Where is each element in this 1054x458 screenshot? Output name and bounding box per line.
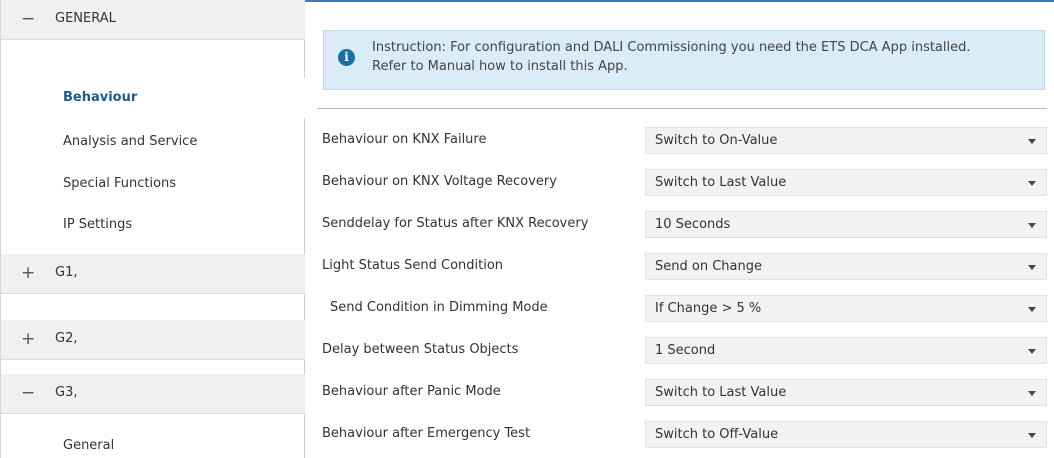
parameter-label: Behaviour on KNX Voltage Recovery <box>322 174 557 189</box>
parameter-row: Send Condition in Dimming Mode If Change … <box>305 289 1054 329</box>
dropdown-value: 1 Second <box>655 343 716 358</box>
info-icon: i <box>338 49 355 66</box>
dropdown-value: Switch to Last Value <box>655 385 787 400</box>
group-g2[interactable]: + G2, <box>1 320 305 360</box>
sidebar-item-general[interactable]: General <box>63 438 114 453</box>
parameter-row: Delay between Status Objects 1 Second <box>305 331 1054 371</box>
group-g2-label: G2, <box>55 331 78 346</box>
dropdown-value: Send on Change <box>655 259 762 274</box>
parameter-panel: i Instruction: For configuration and DAL… <box>305 0 1054 458</box>
dropdown-value: Switch to Off-Value <box>655 427 779 442</box>
parameter-label: Senddelay for Status after KNX Recovery <box>322 216 589 231</box>
parameter-row: Light Status Send Condition Send on Chang… <box>305 247 1054 287</box>
parameter-dropdown[interactable]: Switch to Last Value <box>645 169 1047 196</box>
group-g1[interactable]: + G1, <box>1 254 305 294</box>
parameter-label: Send Condition in Dimming Mode <box>330 300 548 315</box>
parameter-dropdown[interactable]: Switch to On-Value <box>645 127 1047 154</box>
group-general-label: GENERAL <box>55 11 116 26</box>
dropdown-value: Switch to Last Value <box>655 175 787 190</box>
instruction-banner: i Instruction: For configuration and DAL… <box>323 30 1045 90</box>
parameter-dropdown[interactable]: Switch to Last Value <box>645 379 1047 406</box>
sidebar-item-behaviour[interactable]: Behaviour <box>1 78 305 118</box>
collapse-icon[interactable]: − <box>21 9 35 29</box>
chevron-down-icon <box>1028 223 1036 228</box>
sidebar-item-analysis-and-service[interactable]: Analysis and Service <box>63 134 197 149</box>
group-g3[interactable]: − G3, <box>1 374 305 414</box>
parameter-row: Senddelay for Status after KNX Recovery 1… <box>305 205 1054 245</box>
parameter-label: Behaviour after Panic Mode <box>322 384 501 399</box>
parameter-row: Behaviour on KNX Failure Switch to On-Val… <box>305 121 1054 161</box>
sidebar-item-special-functions[interactable]: Special Functions <box>63 176 176 191</box>
dropdown-value: If Change > 5 % <box>655 301 762 316</box>
group-g3-label: G3, <box>55 385 78 400</box>
group-general[interactable]: − GENERAL <box>1 0 305 40</box>
parameter-row: Behaviour on KNX Voltage Recovery Switch … <box>305 163 1054 203</box>
chevron-down-icon <box>1028 307 1036 312</box>
sidebar: − GENERAL Behaviour Analysis and Service… <box>0 0 305 458</box>
parameter-dropdown[interactable]: 10 Seconds <box>645 211 1047 238</box>
chevron-down-icon <box>1028 139 1036 144</box>
parameter-dropdown[interactable]: Send on Change <box>645 253 1047 280</box>
sidebar-item-label: Behaviour <box>63 90 138 105</box>
dropdown-value: 10 Seconds <box>655 217 731 232</box>
parameter-label: Delay between Status Objects <box>322 342 519 357</box>
collapse-icon[interactable]: − <box>21 383 35 403</box>
chevron-down-icon <box>1028 391 1036 396</box>
chevron-down-icon <box>1028 349 1036 354</box>
chevron-down-icon <box>1028 181 1036 186</box>
parameter-dropdown[interactable]: Switch to Off-Value <box>645 421 1047 448</box>
parameter-row: Behaviour after Panic Mode Switch to Last… <box>305 373 1054 413</box>
parameter-label: Behaviour after Emergency Test <box>322 426 531 441</box>
parameter-label: Behaviour on KNX Failure <box>322 132 487 147</box>
parameter-dropdown[interactable]: If Change > 5 % <box>645 295 1047 322</box>
divider <box>317 108 1047 109</box>
parameter-row: Behaviour after Emergency Test Switch to … <box>305 415 1054 455</box>
parameter-label: Light Status Send Condition <box>322 258 504 273</box>
expand-icon[interactable]: + <box>21 263 35 283</box>
group-g1-label: G1, <box>55 265 78 280</box>
expand-icon[interactable]: + <box>21 329 35 349</box>
chevron-down-icon <box>1028 433 1036 438</box>
dropdown-value: Switch to On-Value <box>655 133 778 148</box>
sidebar-item-ip-settings[interactable]: IP Settings <box>63 217 132 232</box>
instruction-text-line-2: Refer to Manual how to install this App. <box>372 59 628 74</box>
instruction-text-line-1: Instruction: For configuration and DALI … <box>372 40 971 55</box>
chevron-down-icon <box>1028 265 1036 270</box>
parameter-dropdown[interactable]: 1 Second <box>645 337 1047 364</box>
